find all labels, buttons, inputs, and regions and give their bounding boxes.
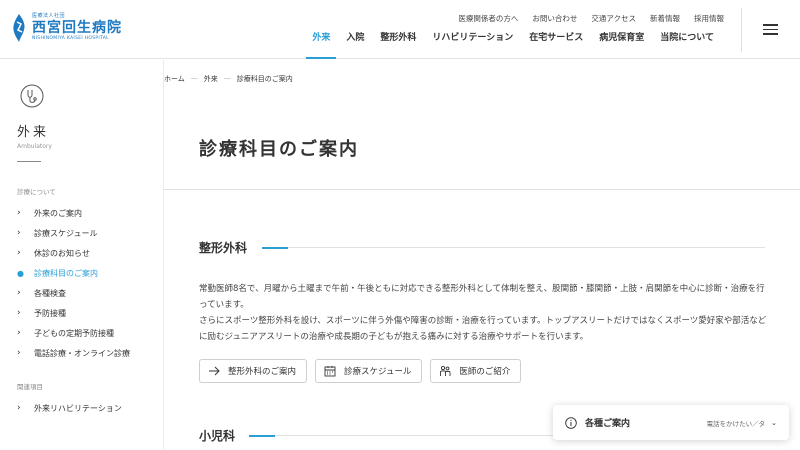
orthopedics-description: 常勤医師8名で、月曜から土曜まで午前・午後ともに対応できる整形外科として体制を整… xyxy=(199,284,765,310)
util-link-news[interactable]: 新着情報 xyxy=(650,13,680,24)
chevron-down-icon: ⌄ xyxy=(771,418,777,427)
sidebar-item-vaccination[interactable]: › 予防接種 xyxy=(17,303,130,323)
sidebar-section-label: 診療について xyxy=(17,188,56,196)
hospital-logo[interactable]: 医療法人社団 西宮回生病院 NISHINOMIYA KAISEI HOSPITA… xyxy=(10,12,122,44)
breadcrumb-outpatient[interactable]: 外来 xyxy=(204,74,218,84)
orthopedics-sports-description: さらにスポーツ整形外科を設け、スポーツに伴う外傷や障害の診断・治療を行っています… xyxy=(199,316,767,342)
util-link-contact[interactable]: お問い合わせ xyxy=(532,13,577,24)
nav-sick-child-care[interactable]: 病児保育室 xyxy=(591,31,652,59)
breadcrumb-separator: — xyxy=(223,74,231,82)
sidebar-list: › 外来のご案内 › 診療スケジュール › 休診のお知らせ ● 診療科目のご案内 › 各種… xyxy=(17,203,130,363)
info-bar-title: 各種ご案内 xyxy=(585,419,631,429)
info-floating-bar[interactable]: 各種ご案内 電話をかけたい／タ ⌄ xyxy=(553,405,789,440)
chevron-right-icon: › xyxy=(17,328,21,338)
nav-outpatient[interactable]: 外来 xyxy=(304,31,338,59)
main-nav: 外来 入院 整形外科 リハビリテーション 在宅サービス 病児保育室 当院について xyxy=(304,31,722,59)
bullet-dot-icon: ● xyxy=(17,268,24,278)
utility-nav: 医療関係者の方へ お問い合わせ 交通アクセス 新着情報 採用情報 xyxy=(458,13,724,24)
calendar-icon xyxy=(324,366,336,377)
sidebar-subtitle: Ambulatory xyxy=(17,143,52,150)
orthopedics-button-row: 整形外科のご案内 診療スケジュール 医師のご紹介 xyxy=(199,359,522,383)
section-divider-line xyxy=(288,247,765,248)
sidebar-item-child-vaccination[interactable]: › 子どもの定期予防接種 xyxy=(17,323,130,343)
nav-home-services[interactable]: 在宅サービス xyxy=(521,31,591,59)
breadcrumb-separator: — xyxy=(190,74,198,82)
nav-inpatient[interactable]: 入院 xyxy=(338,31,372,59)
doctors-button[interactable]: 医師のご紹介 xyxy=(430,359,522,383)
header-divider xyxy=(741,8,742,52)
util-link-access[interactable]: 交通アクセス xyxy=(591,13,636,24)
breadcrumb-home[interactable]: ホーム xyxy=(164,74,185,84)
chevron-right-icon: › xyxy=(17,228,21,238)
orthopedics-guide-button[interactable]: 整形外科のご案内 xyxy=(199,359,308,383)
chevron-right-icon: › xyxy=(17,248,21,258)
sidebar-related-label: 関連項目 xyxy=(17,383,43,391)
sidebar: 外来 Ambulatory 診療について › 外来のご案内 › 診療スケジュール ›… xyxy=(0,60,164,450)
chevron-right-icon: › xyxy=(17,288,21,298)
util-link-medical[interactable]: 医療関係者の方へ xyxy=(458,13,518,24)
schedule-button[interactable]: 診療スケジュール xyxy=(315,359,423,383)
sidebar-item-online-consult[interactable]: › 電話診療・オンライン診療 xyxy=(17,343,130,363)
breadcrumb: ホーム — 外来 — 診療科目のご案内 xyxy=(164,74,293,84)
doctors-icon xyxy=(440,365,451,376)
info-icon xyxy=(565,416,577,429)
nav-orthopedics[interactable]: 整形外科 xyxy=(372,31,424,59)
sidebar-item-examinations[interactable]: › 各種検査 xyxy=(17,283,130,303)
logo-mark-icon xyxy=(13,14,25,42)
chevron-right-icon: › xyxy=(17,403,21,413)
stethoscope-icon xyxy=(20,84,44,108)
chevron-right-icon: › xyxy=(17,308,21,318)
section-accent-line xyxy=(249,435,275,437)
chevron-right-icon: › xyxy=(17,348,21,358)
nav-rehabilitation[interactable]: リハビリテーション xyxy=(424,31,521,59)
nav-about[interactable]: 当院について xyxy=(652,31,722,59)
sidebar-item-schedule[interactable]: › 診療スケジュール xyxy=(17,223,130,243)
logo-name: 西宮回生病院 xyxy=(32,20,122,37)
sidebar-item-closure-notice[interactable]: › 休診のお知らせ xyxy=(17,243,130,263)
logo-subtitle: 医療法人社団 xyxy=(32,13,66,20)
section-heading-orthopedics: 整形外科 xyxy=(199,241,248,255)
util-link-recruit[interactable]: 採用情報 xyxy=(694,13,724,24)
sidebar-related-list: › 外来リハビリテーション xyxy=(17,398,122,418)
sidebar-divider xyxy=(17,161,41,162)
breadcrumb-current: 診療科目のご案内 xyxy=(236,75,293,83)
sidebar-item-outpatient-rehab[interactable]: › 外来リハビリテーション xyxy=(17,398,122,418)
arrow-right-icon xyxy=(209,366,220,376)
section-heading-pediatrics: 小児科 xyxy=(199,429,236,443)
logo-english: NISHINOMIYA KAISEI HOSPITAL xyxy=(32,36,109,42)
sidebar-item-outpatient-guide[interactable]: › 外来のご案内 xyxy=(17,203,130,223)
site-header: 医療法人社団 西宮回生病院 NISHINOMIYA KAISEI HOSPITA… xyxy=(0,0,800,59)
chevron-right-icon: › xyxy=(17,208,21,218)
info-bar-hint: 電話をかけたい／タ xyxy=(706,419,766,428)
sidebar-item-departments[interactable]: ● 診療科目のご案内 xyxy=(17,263,130,283)
sidebar-title: 外来 xyxy=(17,125,50,140)
section-accent-line xyxy=(262,247,288,249)
section-divider-line xyxy=(275,435,565,436)
hamburger-menu-icon[interactable] xyxy=(763,24,778,35)
page-title: 診療科目のご案内 xyxy=(199,139,359,160)
title-divider xyxy=(164,189,800,190)
